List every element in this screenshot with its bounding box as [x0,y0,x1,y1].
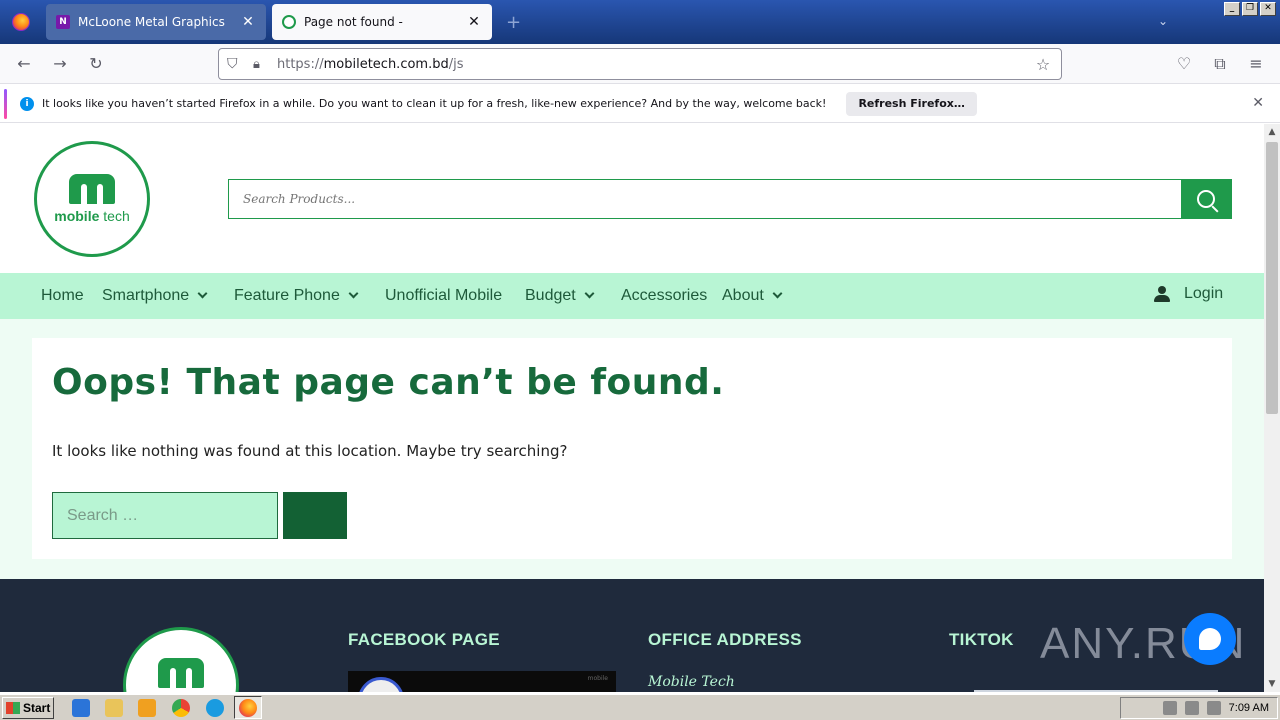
page-title: Oops! That page can’t be found. [52,362,725,403]
product-search-form [228,179,1232,219]
refresh-firefox-button[interactable]: Refresh Firefox… [846,91,977,116]
url-text[interactable]: https://mobiletech.com.bd/js [277,57,1031,72]
site-logo[interactable]: mobile tech [34,141,150,257]
address-bar[interactable]: ⛉ 🔒︎ https://mobiletech.com.bd/js ☆ [218,48,1062,80]
search-input[interactable]: Search … [52,492,278,539]
not-found-card: Oops! That page can’t be found. It looks… [32,338,1232,559]
not-found-message: It looks like nothing was found at this … [52,442,568,460]
windows-taskbar: Start 7:09 AM [0,694,1280,720]
firefox-icon [12,13,30,31]
mobiletech-favicon-icon [282,15,296,29]
office-name: Mobile Tech [648,674,735,690]
nav-item-feature-phone[interactable]: Feature Phone [234,287,359,305]
lock-icon[interactable]: 🔒︎ [253,57,267,72]
media-player-icon[interactable] [138,699,156,717]
new-tab-plus-icon[interactable]: + [506,12,521,33]
tracking-shield-icon[interactable]: ⛉ [227,56,243,72]
site-header: mobile tech [0,124,1264,273]
tiktok-heading: TIKTOK [949,630,1014,649]
facebook-heading: FACEBOOK PAGE [348,630,500,649]
tab-mcloone[interactable]: N McLoone Metal Graphics ✕ [46,4,266,40]
user-icon [1154,286,1170,302]
tab-title: Page not found - [304,15,403,29]
notification-message: It looks like you haven’t started Firefo… [42,97,827,110]
chevron-down-icon [772,288,783,299]
chevron-down-icon [197,288,208,299]
close-notification-icon[interactable]: ✕ [1252,95,1264,111]
list-all-tabs-chevron-icon[interactable]: ⌄ [1158,14,1168,28]
edge-icon[interactable] [206,699,224,717]
logo-wordmark: mobile tech [54,208,130,224]
product-search-input[interactable] [229,180,1181,218]
internet-explorer-icon[interactable] [72,699,90,717]
notification-accent [4,89,7,119]
messenger-icon [1199,628,1221,650]
close-tab-icon[interactable]: ✕ [466,14,482,30]
window-controls: _ ❐ ✕ [1224,2,1276,16]
login-link[interactable]: Login [1154,285,1223,303]
start-label: Start [23,700,51,715]
facebook-page-embed[interactable]: mobile [348,671,616,692]
tiktok-embed[interactable] [974,690,1218,692]
close-window-icon[interactable]: ✕ [1260,2,1276,16]
nav-item-smartphone[interactable]: Smartphone [102,287,208,305]
refresh-firefox-notification: i It looks like you haven’t started Fire… [0,85,1280,123]
restore-icon[interactable]: ❐ [1242,2,1258,16]
nav-item-home[interactable]: Home [41,287,84,305]
scroll-up-icon[interactable]: ▲ [1264,124,1280,140]
footer-logo[interactable] [123,627,239,692]
volume-tray-icon[interactable] [1206,701,1221,715]
office-address-heading: OFFICE ADDRESS [648,630,802,649]
bookmark-star-icon[interactable]: ☆ [1031,55,1055,74]
main-navigation: Home Smartphone Feature Phone Unofficial… [0,273,1264,319]
start-button[interactable]: Start [2,696,54,719]
forward-arrow-icon[interactable]: → [50,54,70,74]
tab-title: McLoone Metal Graphics [78,15,225,29]
onenote-icon: N [56,15,70,29]
search-icon [1197,190,1215,208]
scroll-down-icon[interactable]: ▼ [1264,676,1280,692]
windows-flag-icon [6,701,20,714]
logo-m-mark-icon [69,174,115,204]
scrollbar-thumb[interactable] [1266,142,1278,414]
search-submit-button[interactable] [283,492,347,539]
nav-item-about[interactable]: About [722,287,783,305]
nav-item-unofficial-mobile[interactable]: Unofficial Mobile [385,287,502,305]
logo-m-mark-icon [158,658,204,688]
facebook-avatar [358,677,404,692]
chrome-icon[interactable] [172,699,190,717]
chevron-down-icon [584,288,595,299]
flag-tray-icon[interactable] [1162,701,1177,715]
nav-item-budget[interactable]: Budget [525,287,595,305]
nav-item-accessories[interactable]: Accessories [621,287,707,305]
messenger-chat-button[interactable] [1184,613,1236,665]
product-search-button[interactable] [1181,180,1231,218]
browser-navigation-bar: ← → ↻ ⛉ 🔒︎ https://mobiletech.com.bd/js … [0,44,1280,84]
page-viewport: mobile tech Home Smartphone Feature Phon… [0,124,1264,692]
info-icon: i [20,96,34,111]
system-tray: 7:09 AM [1120,697,1278,719]
clock[interactable]: 7:09 AM [1229,702,1269,714]
page-scrollbar[interactable]: ▲ ▼ [1264,124,1280,692]
embed-brand-text: mobile [587,675,608,682]
network-tray-icon[interactable] [1184,701,1199,715]
browser-tab-bar: N McLoone Metal Graphics ✕ Page not foun… [0,0,1280,44]
minimize-icon[interactable]: _ [1224,2,1240,16]
tab-page-not-found[interactable]: Page not found - ✕ [272,4,492,40]
close-tab-icon[interactable]: ✕ [240,14,256,30]
pocket-icon[interactable]: ♡ [1174,54,1194,74]
site-footer: FACEBOOK PAGE mobile OFFICE ADDRESS Mobi… [0,579,1264,692]
back-arrow-icon[interactable]: ← [14,54,34,74]
folder-icon[interactable] [105,699,123,717]
login-label: Login [1184,285,1224,302]
firefox-icon [239,699,257,717]
firefox-menu-button[interactable] [0,0,42,44]
extensions-icon[interactable]: ⧉ [1210,54,1230,74]
chevron-down-icon [348,288,359,299]
hamburger-menu-icon[interactable]: ≡ [1246,54,1266,74]
reload-icon[interactable]: ↻ [86,54,106,74]
